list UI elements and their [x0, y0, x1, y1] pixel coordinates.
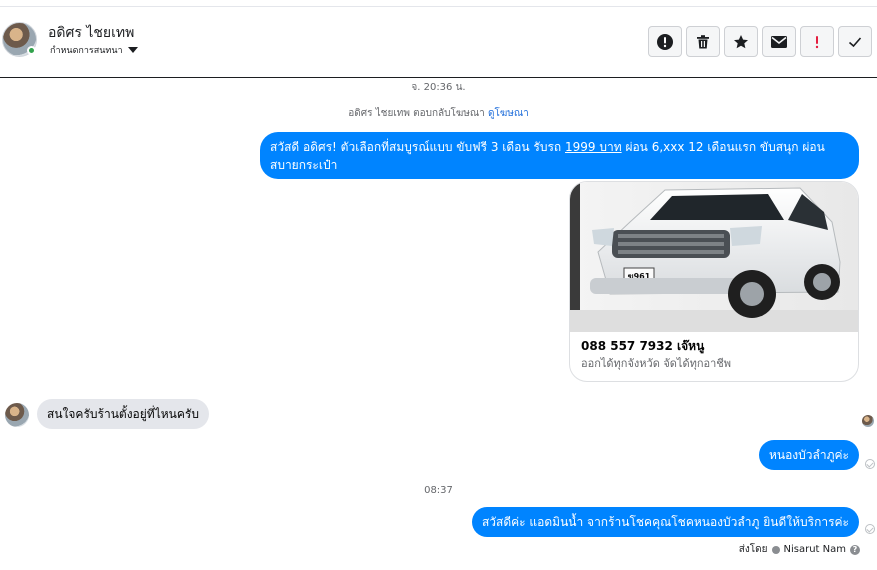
assign-conversation-label: กำหนดการสนทนา — [50, 46, 123, 56]
sender-avatar — [5, 403, 29, 427]
mark-done-button[interactable] — [838, 26, 872, 57]
mark-important-button[interactable] — [800, 26, 834, 57]
mark-unread-button[interactable] — [762, 26, 796, 57]
star-button[interactable] — [724, 26, 758, 57]
contact-name[interactable]: อดิศร ไชยเทพ — [48, 22, 134, 44]
ad-price-link[interactable]: 1999 บาท — [565, 140, 622, 154]
assign-conversation-dropdown[interactable]: กำหนดการสนทนา — [50, 43, 138, 57]
sent-check-icon — [865, 459, 875, 469]
ad-reply-note: อดิศร ไชยเทพ ตอบกลับโฆษณา ดูโฆษณา — [0, 106, 877, 121]
sent-check-icon — [865, 524, 875, 534]
ad-message-text-1: สวัสดี อดิศร! ตัวเลือกที่สมบูรณ์แบบ ขับฟ… — [270, 140, 565, 154]
delete-button[interactable] — [686, 26, 720, 57]
timestamp-divider-2: 08:37 — [424, 485, 453, 496]
top-divider — [0, 6, 877, 7]
contact-avatar[interactable] — [2, 22, 37, 57]
ad-reply-text: อดิศร ไชยเทพ ตอบกลับโฆษณา — [348, 108, 485, 119]
sent-by-name[interactable]: Nisarut Nam — [784, 544, 847, 555]
ad-card-subtitle: ออกได้ทุกจังหวัด จัดได้ทุกอาชีพ — [581, 357, 732, 370]
online-status-dot — [27, 46, 36, 55]
sent-by-line: ส่งโดย Nisarut Nam ? — [739, 542, 860, 557]
star-icon — [734, 34, 748, 48]
timestamp-divider: จ. 20:36 น. — [411, 82, 466, 93]
check-icon — [848, 36, 862, 47]
spam-report-icon — [657, 33, 673, 50]
conversation-header: อดิศร ไชยเทพ กำหนดการสนทนา — [0, 8, 877, 78]
agent-icon — [771, 545, 780, 554]
sent-by-label: ส่งโดย — [738, 544, 768, 555]
conversation-toolbar — [648, 26, 872, 57]
ad-card[interactable]: ฆ961 088 557 7932 เจ๊หนู ออกได้ทุกจังหวั… — [569, 181, 859, 382]
mail-icon — [771, 35, 787, 48]
outgoing-message-bubble-2: สวัสดีค่ะ แอดมินน้ำ จากร้านโชคคุณโชคหนอง… — [471, 507, 859, 537]
trash-icon — [697, 34, 709, 48]
ad-message-bubble: สวัสดี อดิศร! ตัวเลือกที่สมบูรณ์แบบ ขับฟ… — [260, 132, 859, 179]
incoming-message-bubble: สนใจครับร้านตั้งอยู่ที่ไหนครับ — [37, 399, 209, 429]
exclamation-icon — [815, 35, 819, 48]
pickup-truck-illustration: ฆ961 — [570, 182, 858, 332]
view-ad-link[interactable]: ดูโฆษณา — [488, 108, 529, 119]
spam-report-button[interactable] — [648, 26, 682, 57]
help-icon[interactable]: ? — [850, 544, 860, 555]
truck-image: ฆ961 — [570, 182, 858, 332]
caret-down-icon — [127, 47, 138, 53]
outgoing-message-bubble-1: หนองบัวลำภูค่ะ — [758, 440, 859, 470]
seen-avatar — [862, 415, 874, 427]
